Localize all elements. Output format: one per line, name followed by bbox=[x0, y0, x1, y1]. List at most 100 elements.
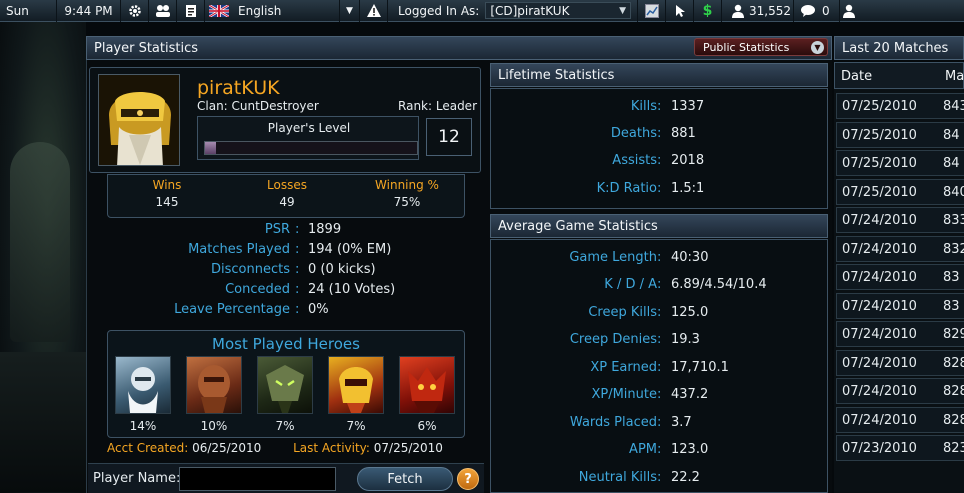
match-row[interactable]: 07/23/2010 823 bbox=[836, 435, 964, 461]
store-button[interactable]: $ bbox=[694, 0, 722, 22]
match-date: 07/23/2010 bbox=[842, 441, 917, 456]
average-statistics: Game Length:40:30 K / D / A:6.89/4.54/10… bbox=[490, 239, 828, 493]
acct-created-label: Acct Created: bbox=[107, 441, 189, 455]
visibility-dropdown[interactable]: Public Statistics ▼ bbox=[694, 38, 828, 56]
date-column-header[interactable]: Date bbox=[841, 69, 872, 84]
messages-count: 0 bbox=[822, 3, 830, 18]
match-id: 832 bbox=[943, 241, 964, 257]
player-lookup-bar: Player Name: Fetch ? bbox=[88, 463, 484, 493]
panel-title: Lifetime Statistics bbox=[498, 67, 615, 83]
day-label: Sun bbox=[0, 0, 57, 22]
stat-separator: : bbox=[295, 222, 300, 237]
match-date: 07/25/2010 bbox=[842, 99, 917, 114]
match-row[interactable]: 07/25/2010 843 bbox=[836, 93, 964, 119]
stat-label: Deaths bbox=[610, 126, 657, 141]
hero-3-percentage: 7% bbox=[275, 419, 295, 433]
account-select[interactable]: [CD]piratKUK ▼ bbox=[485, 2, 631, 19]
account-value: [CD]piratKUK bbox=[490, 3, 570, 18]
level-label: Player's Level bbox=[267, 121, 351, 135]
users-icon bbox=[155, 3, 171, 19]
stat-value: 0 (0 kicks) bbox=[308, 262, 376, 277]
hero-portrait-2[interactable] bbox=[186, 356, 242, 414]
match-row[interactable]: 07/24/2010 83 bbox=[836, 264, 964, 290]
average-statistics-header: Average Game Statistics bbox=[490, 214, 828, 238]
lifetime-statistics: Kills:1337 Deaths:881 Assists:2018 K:D R… bbox=[490, 88, 828, 209]
profile-card: piratKUK Clan: CuntDestroyer Rank: Leade… bbox=[89, 67, 481, 173]
hero-portrait-1[interactable] bbox=[115, 356, 171, 414]
match-id: 83 bbox=[943, 270, 960, 285]
rank-label: Rank: Leader bbox=[398, 99, 477, 113]
stats-button[interactable] bbox=[638, 0, 666, 22]
match-row[interactable]: 07/24/2010 829 bbox=[836, 321, 964, 347]
match-row[interactable]: 07/24/2010 833 bbox=[836, 207, 964, 233]
clock: 9:44 PM bbox=[57, 0, 121, 22]
stat-separator: : bbox=[295, 242, 300, 257]
hero-portrait-3[interactable] bbox=[257, 356, 313, 414]
clan-label: Clan: CuntDestroyer bbox=[197, 99, 319, 113]
stat-value: 1.5:1 bbox=[671, 181, 705, 196]
friends-button[interactable] bbox=[149, 0, 177, 22]
match-row[interactable]: 07/24/2010 828 bbox=[836, 378, 964, 404]
winning-pct-stat: Winning % 75% bbox=[352, 178, 462, 209]
match-date: 07/24/2010 bbox=[842, 412, 917, 428]
players-online-count: 31,552 bbox=[749, 3, 791, 18]
panel-title: Average Game Statistics bbox=[498, 218, 658, 234]
match-row[interactable]: 07/24/2010 828 bbox=[836, 349, 964, 376]
stat-value: 437.2 bbox=[671, 387, 709, 402]
player-name-label: Player Name: bbox=[93, 471, 181, 486]
help-button[interactable]: ? bbox=[457, 468, 479, 490]
match-column-header[interactable]: Ma bbox=[945, 69, 964, 84]
language-dropdown-button[interactable]: ▼ bbox=[340, 0, 360, 22]
wins-stat: Wins 145 bbox=[112, 178, 222, 209]
match-row[interactable]: 07/25/2010 840 bbox=[836, 178, 964, 205]
stat-label: XP/Minute bbox=[591, 387, 657, 402]
settings-button[interactable] bbox=[121, 0, 149, 22]
cursor-button[interactable] bbox=[666, 0, 694, 22]
alerts-button[interactable] bbox=[360, 0, 388, 22]
player-name: piratKUK bbox=[197, 77, 280, 99]
wins-value: 145 bbox=[155, 195, 179, 209]
stat-value: 6.89/4.54/10.4 bbox=[671, 277, 767, 292]
notes-button[interactable] bbox=[177, 0, 205, 22]
match-date: 07/24/2010 bbox=[842, 384, 917, 399]
language-select[interactable]: English bbox=[234, 2, 335, 19]
match-row[interactable]: 07/25/2010 84 bbox=[836, 150, 964, 176]
hero-portrait-4[interactable] bbox=[328, 356, 384, 414]
losses-label: Losses bbox=[267, 178, 307, 192]
stat-row-disconnects: Disconnects:0 (0 kicks) bbox=[0, 262, 376, 280]
messages-button[interactable]: 0 bbox=[794, 0, 840, 22]
hero-4-percentage: 7% bbox=[346, 419, 366, 433]
stat-separator: : bbox=[657, 470, 662, 485]
player-name-input[interactable] bbox=[179, 467, 336, 491]
pointer-icon bbox=[672, 3, 687, 19]
stat-row-psr: PSR:1899 bbox=[0, 222, 341, 240]
match-id: 828 bbox=[943, 355, 964, 371]
stat-separator: : bbox=[295, 302, 300, 317]
match-id: 84 bbox=[943, 156, 960, 171]
stat-separator: : bbox=[657, 99, 662, 114]
profile-button[interactable] bbox=[840, 0, 858, 22]
stat-separator: : bbox=[657, 126, 662, 141]
hero-portrait-5[interactable] bbox=[399, 356, 455, 414]
fetch-button[interactable]: Fetch bbox=[357, 467, 453, 491]
stat-value: 194 (0% EM) bbox=[308, 242, 392, 257]
level-number: 12 bbox=[426, 118, 472, 156]
stat-label: PSR bbox=[264, 222, 290, 237]
stat-value: 1337 bbox=[671, 99, 705, 114]
language-value: English bbox=[238, 3, 282, 18]
wins-label: Wins bbox=[152, 178, 182, 192]
stat-value: 0% bbox=[308, 302, 329, 317]
chart-icon bbox=[644, 3, 659, 19]
match-row[interactable]: 07/24/2010 828 bbox=[836, 406, 964, 433]
language-select-wrap: English bbox=[205, 0, 340, 22]
chat-bubble-icon bbox=[800, 3, 816, 19]
stat-separator: : bbox=[295, 262, 300, 277]
match-row[interactable]: 07/24/2010 83 bbox=[836, 292, 964, 319]
match-row[interactable]: 07/24/2010 832 bbox=[836, 235, 964, 262]
stat-separator: : bbox=[657, 153, 662, 168]
stat-value: 3.7 bbox=[671, 415, 692, 430]
stat-label: K / D / A bbox=[604, 277, 657, 292]
match-id: 833 bbox=[943, 213, 964, 228]
match-row[interactable]: 07/25/2010 84 bbox=[836, 121, 964, 148]
stat-separator: : bbox=[295, 282, 300, 297]
